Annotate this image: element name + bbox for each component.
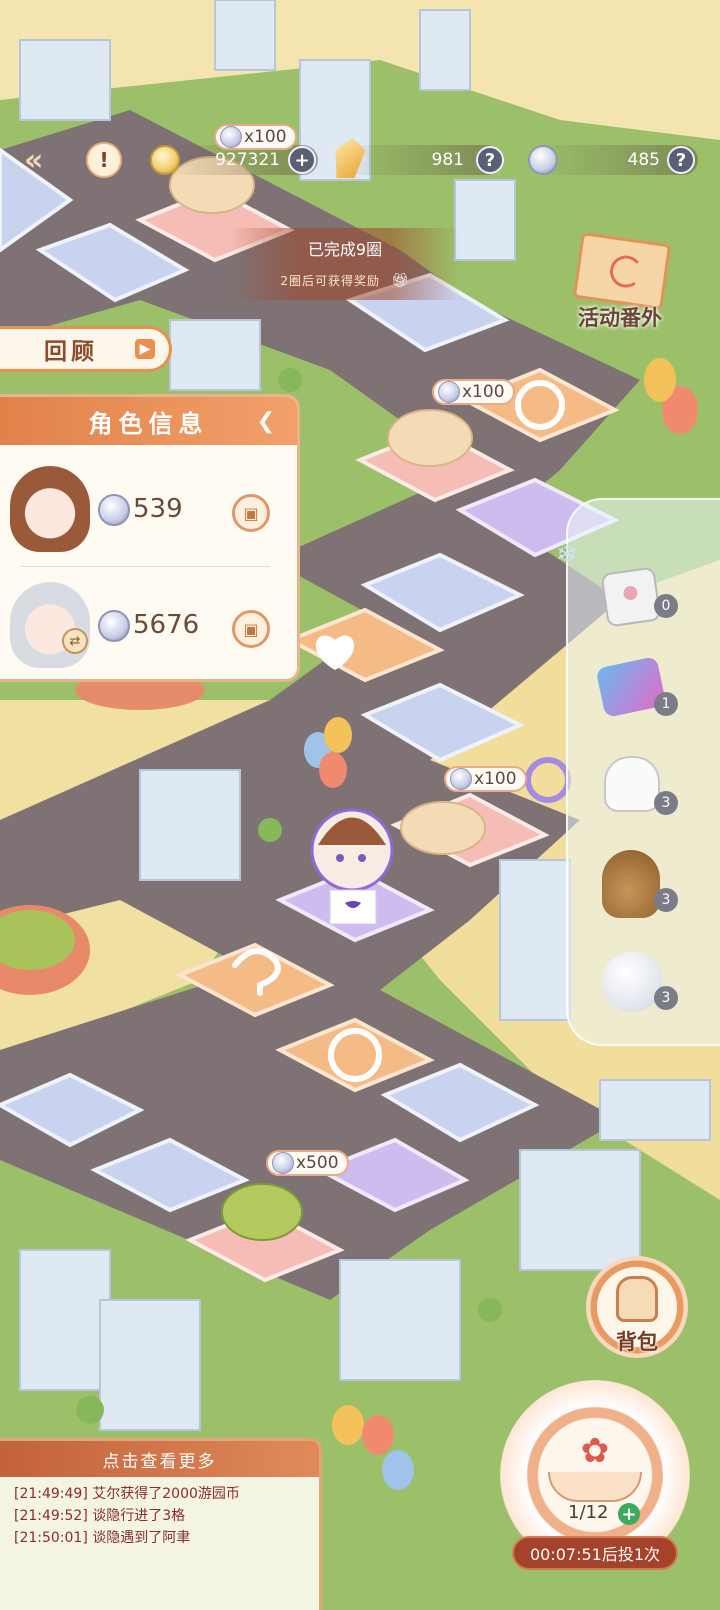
log-line: [21:49:52] 谈隐行进了3格 (14, 1508, 186, 1524)
gift-icon: 🎁︎ (390, 273, 410, 289)
dice-timer-text: 00:07:51后投1次 (529, 1545, 661, 1564)
swap-arrows-item[interactable] (595, 656, 668, 726)
sack-icon (602, 850, 660, 918)
silver-coin-icon (98, 610, 130, 642)
add-gold-button[interactable]: + (288, 146, 316, 174)
flower-icon: ✿ (580, 1431, 610, 1471)
silver-coin-icon (272, 1152, 294, 1174)
backpack-icon (616, 1276, 658, 1322)
dice-icon (600, 566, 662, 628)
hands-icon (548, 1472, 642, 1502)
add-dice-button[interactable]: + (618, 1503, 640, 1525)
back-button[interactable]: « (24, 144, 70, 178)
character-panel-header[interactable]: 角色信息 ❮ (0, 397, 297, 445)
tile-reward-label: x100 (444, 766, 527, 792)
dice-timer: 00:07:51后投1次 (512, 1536, 678, 1570)
review-label: 回顾 (44, 339, 98, 365)
item-count: 3 (654, 791, 678, 815)
snowflake-icon: ❄ (556, 540, 578, 570)
character-bag-icon[interactable]: ▣ (232, 610, 270, 648)
sack-item[interactable] (598, 850, 668, 920)
tile-reward-label: x100 (432, 379, 515, 405)
log-header[interactable]: 点击查看更多 (0, 1441, 319, 1477)
glove-icon (604, 756, 660, 812)
alert-button[interactable]: ! (86, 142, 122, 178)
backpack-label: 背包 (616, 1330, 658, 1354)
tile-reward-label: x100 (214, 124, 297, 150)
play-arrow-icon: ▶ (135, 339, 155, 359)
character-panel-title: 角色信息 (88, 409, 209, 438)
film-icon (572, 232, 672, 310)
log-line: [21:49:49] 艾尔获得了2000游园币 (14, 1486, 240, 1502)
backpack-button[interactable]: 背包 (586, 1256, 688, 1358)
gold-value: 927321 (215, 150, 280, 170)
item-count: 1 (654, 692, 678, 716)
character-avatar[interactable] (10, 466, 90, 552)
round-progress-banner[interactable]: 已完成9圈 2圈后可获得奖励 🎁︎ (230, 228, 460, 300)
gold-coin-icon (150, 145, 180, 175)
silver-value: 485 (627, 150, 660, 170)
dice-count: 1/12 (568, 1502, 609, 1523)
log-header-label: 点击查看更多 (102, 1451, 217, 1472)
character-bag-icon[interactable]: ▣ (232, 494, 270, 532)
character-row[interactable]: ⇄ 5676 ▣ (0, 572, 300, 682)
silver-coin-icon (438, 381, 460, 403)
item-count: 3 (654, 986, 678, 1010)
log-line: [21:50:01] 谈隐遇到了阿聿 (14, 1530, 191, 1546)
double-chevron-left-icon: « (24, 143, 44, 178)
round-reward-hint: 2圈后可获得奖励 🎁︎ (280, 273, 410, 289)
review-button[interactable]: 回顾 ▶ (0, 326, 172, 372)
snowball-icon (602, 952, 662, 1012)
snowball-item[interactable] (598, 948, 668, 1018)
panel-divider (20, 566, 270, 567)
swap-icon[interactable]: ⇄ (62, 628, 88, 654)
character-coins: 539 (133, 494, 183, 524)
event-extra-button[interactable]: 活动番外 (555, 232, 685, 342)
character-avatar[interactable] (10, 582, 90, 668)
silver-coin-icon (220, 126, 242, 148)
silver-coin-icon (98, 494, 130, 526)
crystal-help-button[interactable]: ? (476, 146, 504, 174)
collapse-chevron-icon[interactable]: ❮ (257, 409, 281, 434)
item-count: 3 (654, 888, 678, 912)
tile-reward-label: x500 (266, 1150, 349, 1176)
character-coins: 5676 (133, 610, 200, 640)
exclamation-icon: ! (99, 148, 109, 172)
rounds-completed-text: 已完成9圈 (307, 240, 383, 259)
item-count: 0 (654, 594, 678, 618)
event-log[interactable]: 点击查看更多 [21:49:49] 艾尔获得了2000游园币 [21:49:52… (0, 1438, 322, 1610)
silver-help-button[interactable]: ? (667, 146, 695, 174)
character-row[interactable]: 539 ▣ (0, 456, 300, 566)
silver-coin-icon (450, 768, 472, 790)
crystal-value: 981 (431, 150, 464, 170)
silver-coin-icon (528, 145, 558, 175)
event-extra-label: 活动番外 (578, 306, 662, 330)
